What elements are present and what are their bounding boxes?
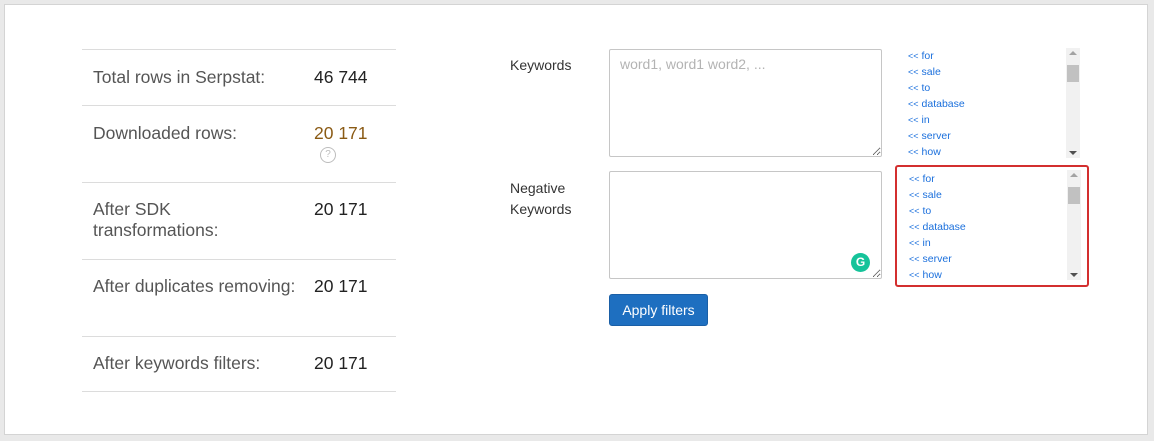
keywords-input[interactable] <box>609 49 882 157</box>
stats-row-downloaded: Downloaded rows: 20 171 ? <box>82 105 396 182</box>
stats-label: After SDK transformations: <box>93 199 219 240</box>
suggestion-item[interactable]: << to <box>908 81 930 95</box>
stats-value: 20 171 <box>314 123 368 143</box>
stats-value: 20 171 <box>314 276 368 296</box>
suggestion-item[interactable]: << database <box>909 220 966 234</box>
stats-row-sdk: After SDK transformations: 20 171 <box>82 182 396 259</box>
keywords-suggestion-list[interactable]: << for << sale << to << database << in << serv… <box>896 48 1083 158</box>
scroll-down-icon[interactable] <box>1070 273 1078 277</box>
stats-table: Total rows in Serpstat: 46 744 Downloade… <box>82 49 396 392</box>
stats-value: 46 744 <box>314 67 368 87</box>
suggestion-item[interactable]: << sale <box>909 188 942 202</box>
suggestion-item[interactable]: << to <box>909 204 931 218</box>
suggestion-item[interactable]: << database <box>908 97 965 111</box>
suggestion-item[interactable]: << in <box>908 113 930 127</box>
help-icon[interactable]: ? <box>320 147 336 163</box>
grammarly-icon[interactable]: G <box>851 253 870 272</box>
stats-row-duplicates: After duplicates removing: 20 171 <box>82 259 396 336</box>
negative-keywords-input[interactable] <box>609 171 882 279</box>
stats-label: After duplicates removing: <box>93 276 296 296</box>
stats-label: Total rows in Serpstat: <box>93 67 266 87</box>
negative-keywords-label-line2: Keywords <box>510 201 572 217</box>
negative-keywords-label-line1: Negative <box>510 180 566 196</box>
suggestion-item[interactable]: << for <box>908 49 934 63</box>
scroll-up-icon[interactable] <box>1069 51 1077 55</box>
scrollbar-thumb[interactable] <box>1067 65 1079 82</box>
suggestion-item[interactable]: << how <box>908 145 941 158</box>
stats-row-keywords-filters: After keywords filters: 20 171 <box>82 336 396 392</box>
suggestion-item[interactable]: << in <box>909 236 931 250</box>
negative-keywords-suggestion-list[interactable]: << for << sale << to << database << in << serv… <box>895 165 1089 287</box>
suggestion-item[interactable]: << how <box>909 268 942 282</box>
stats-label: After keywords filters: <box>93 353 261 373</box>
stats-value: 20 171 <box>314 199 368 219</box>
apply-filters-button[interactable]: Apply filters <box>609 294 708 326</box>
scroll-down-icon[interactable] <box>1069 151 1077 155</box>
stats-row-total: Total rows in Serpstat: 46 744 <box>82 49 396 105</box>
scrollbar[interactable] <box>1066 48 1080 158</box>
suggestion-item[interactable]: << for <box>909 172 935 186</box>
suggestion-item[interactable]: << sale <box>908 65 941 79</box>
suggestion-item[interactable]: << server <box>909 252 952 266</box>
scroll-up-icon[interactable] <box>1070 173 1078 177</box>
scrollbar[interactable] <box>1067 170 1081 280</box>
suggestion-item[interactable]: << server <box>908 129 951 143</box>
scrollbar-thumb[interactable] <box>1068 187 1080 204</box>
stats-label: Downloaded rows: <box>93 123 237 143</box>
keywords-label: Keywords <box>510 57 572 73</box>
stats-value: 20 171 <box>314 353 368 373</box>
